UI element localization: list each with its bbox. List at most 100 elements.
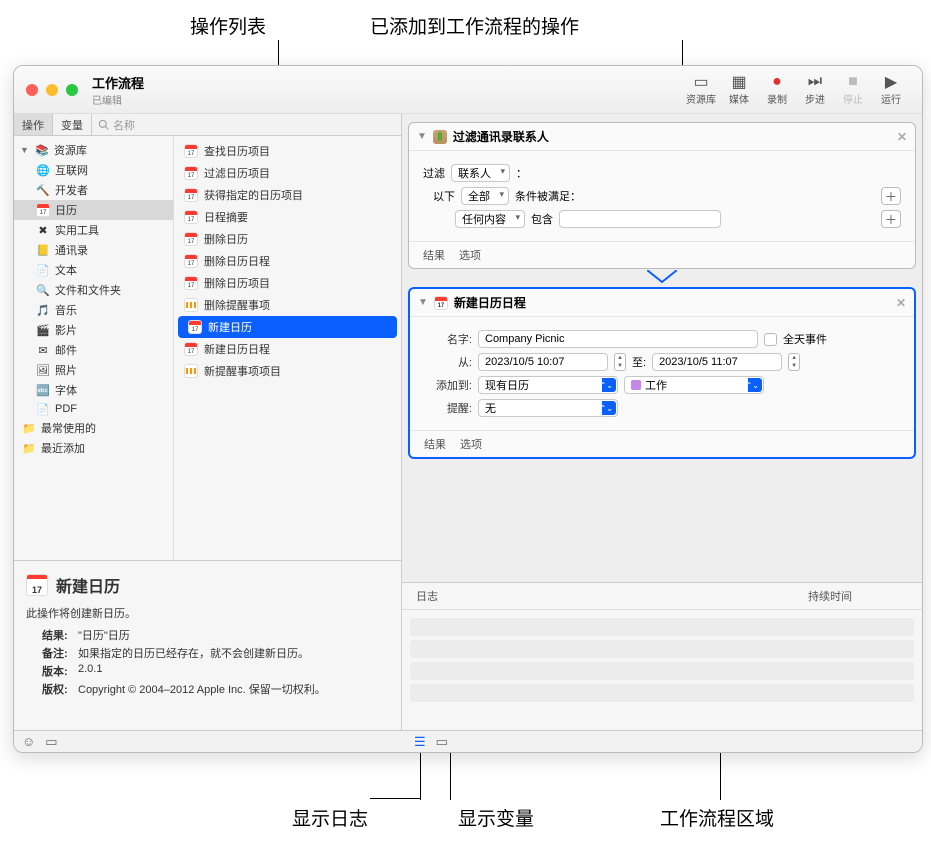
stop-icon: ■	[848, 73, 858, 91]
panel-icon: ▭	[693, 73, 708, 91]
record-icon: ●	[772, 73, 782, 91]
calendar-icon: 17	[434, 296, 448, 310]
library-item[interactable]: 📄PDF	[14, 400, 173, 418]
contains-label: 包含	[531, 211, 553, 227]
disclosure-icon[interactable]: ▼	[417, 131, 427, 142]
library-item[interactable]: 🎬影片	[14, 320, 173, 340]
allday-label: 全天事件	[783, 331, 827, 347]
to-label: 至:	[632, 354, 646, 370]
minimize-window-button[interactable]	[46, 84, 58, 96]
library-item[interactable]: ✖实用工具	[14, 220, 173, 240]
library-item[interactable]: 🎵音乐	[14, 300, 173, 320]
info-description: 此操作将创建新日历。	[26, 605, 389, 621]
duration-col-header: 持续时间	[808, 588, 908, 604]
add-condition-button[interactable]: ＋	[881, 187, 901, 205]
from-stepper[interactable]: ▲▼	[614, 353, 626, 371]
action-item[interactable]: 17查找日历项目	[174, 140, 401, 162]
action-menu-button[interactable]: ☺	[22, 734, 35, 750]
wf-action-title: 新建日历日程	[454, 294, 526, 311]
library-item[interactable]: 🌐互联网	[14, 160, 173, 180]
workflow-panel: ▼ ▮ 过滤通讯录联系人 ✕ 过滤 联系人 ： 以下 全部	[402, 114, 922, 730]
action-item[interactable]: 17删除日历项目	[174, 272, 401, 294]
library-item[interactable]: 📒通讯录	[14, 240, 173, 260]
match-label: 以下	[433, 188, 455, 204]
toolbar-library-button[interactable]: ▭ 资源库	[682, 73, 720, 106]
library-item[interactable]: 🔨开发者	[14, 180, 173, 200]
log-col-header: 日志	[416, 588, 808, 604]
workflow-area[interactable]: ▼ ▮ 过滤通讯录联系人 ✕ 过滤 联系人 ： 以下 全部	[402, 114, 922, 582]
callout-workflow-area: 工作流程区域	[660, 804, 774, 831]
addto-select[interactable]: 现有日历⌃⌄	[478, 376, 618, 394]
tab-actions[interactable]: 操作	[14, 114, 53, 135]
to-stepper[interactable]: ▲▼	[788, 353, 800, 371]
search-field[interactable]: 名称	[92, 114, 401, 135]
log-area: 日志 持续时间	[402, 582, 922, 730]
workflow-action-new-event[interactable]: ▼ 17 新建日历日程 ✕ 名字: 全天事件 从:	[408, 287, 916, 459]
library-item[interactable]: 🖼照片	[14, 360, 173, 380]
action-item[interactable]: 新提醒事项项目	[174, 360, 401, 382]
match-all-select[interactable]: 全部	[461, 187, 509, 205]
disclosure-icon[interactable]: ▼	[418, 297, 428, 308]
step-icon: ⏭	[808, 73, 822, 91]
window-controls	[26, 84, 78, 96]
library-panel: 操作 变量 名称 ▼📚资源库🌐互联网🔨开发者17日历✖实用工具📒通讯录📄文本🔍文…	[14, 114, 402, 730]
condition-value-input[interactable]	[559, 210, 721, 228]
field-select[interactable]: 任何内容	[455, 210, 525, 228]
toolbar-record-button[interactable]: ● 录制	[758, 73, 796, 106]
name-label: 名字:	[424, 331, 472, 347]
tab-variables[interactable]: 变量	[53, 114, 92, 135]
toolbar-media-button[interactable]: ▦ 媒体	[720, 73, 758, 106]
action-item[interactable]: 17获得指定的日历项目	[174, 184, 401, 206]
library-item[interactable]: ✉邮件	[14, 340, 173, 360]
actions-list[interactable]: 17查找日历项目17过滤日历项目17获得指定的日历项目17日程摘要17删除日历1…	[174, 136, 401, 560]
to-date-input[interactable]	[652, 353, 782, 371]
library-item[interactable]: 🔤字体	[14, 380, 173, 400]
callout-show-log: 显示日志	[292, 804, 368, 831]
addto-label: 添加到:	[424, 377, 472, 393]
show-variables-button[interactable]: ▭	[436, 734, 448, 750]
from-label: 从:	[424, 354, 472, 370]
options-tab[interactable]: 选项	[459, 247, 481, 263]
smart-folder-item[interactable]: 📁最近添加	[14, 438, 173, 458]
action-item[interactable]: 17过滤日历项目	[174, 162, 401, 184]
connector-icon	[647, 270, 677, 284]
library-categories[interactable]: ▼📚资源库🌐互联网🔨开发者17日历✖实用工具📒通讯录📄文本🔍文件和文件夹🎵音乐🎬…	[14, 136, 174, 560]
contacts-icon: ▮	[433, 130, 447, 144]
automator-window: 工作流程 已编辑 ▭ 资源库 ▦ 媒体 ● 录制 ⏭ 步进 ■ 停止 ▶ 运行	[13, 65, 923, 753]
workflow-action-filter-contacts[interactable]: ▼ ▮ 过滤通讯录联系人 ✕ 过滤 联系人 ： 以下 全部	[408, 122, 916, 269]
remove-action-button[interactable]: ✕	[896, 296, 906, 310]
calendar-select[interactable]: 工作⌃⌄	[624, 376, 764, 394]
show-log-button[interactable]: ☰	[414, 734, 426, 750]
event-name-input[interactable]	[478, 330, 758, 348]
action-item[interactable]: 17新建日历日程	[174, 338, 401, 360]
action-item[interactable]: 17新建日历	[178, 316, 397, 338]
log-rows	[402, 610, 922, 730]
action-item[interactable]: 删除提醒事项	[174, 294, 401, 316]
toolbar-step-button[interactable]: ⏭ 步进	[796, 73, 834, 106]
library-header[interactable]: ▼📚资源库	[14, 140, 173, 160]
footer-panel-button[interactable]: ▭	[45, 734, 57, 750]
smart-folder-item[interactable]: 📁最常使用的	[14, 418, 173, 438]
play-icon: ▶	[885, 73, 897, 91]
results-tab[interactable]: 结果	[424, 436, 446, 452]
allday-checkbox[interactable]	[764, 333, 777, 346]
library-item[interactable]: 📄文本	[14, 260, 173, 280]
filter-label: 过滤	[423, 165, 445, 181]
action-item[interactable]: 17删除日历日程	[174, 250, 401, 272]
filter-type-select[interactable]: 联系人	[451, 164, 510, 182]
remove-action-button[interactable]: ✕	[897, 130, 907, 144]
action-item[interactable]: 17日程摘要	[174, 206, 401, 228]
zoom-window-button[interactable]	[66, 84, 78, 96]
options-tab[interactable]: 选项	[460, 436, 482, 452]
search-placeholder: 名称	[113, 117, 135, 133]
results-tab[interactable]: 结果	[423, 247, 445, 263]
add-row-button[interactable]: ＋	[881, 210, 901, 228]
toolbar-run-button[interactable]: ▶ 运行	[872, 73, 910, 106]
library-item[interactable]: 🔍文件和文件夹	[14, 280, 173, 300]
toolbar-stop-button[interactable]: ■ 停止	[834, 73, 872, 106]
from-date-input[interactable]	[478, 353, 608, 371]
action-item[interactable]: 17删除日历	[174, 228, 401, 250]
remind-select[interactable]: 无⌃⌄	[478, 399, 618, 417]
library-item[interactable]: 17日历	[14, 200, 173, 220]
close-window-button[interactable]	[26, 84, 38, 96]
